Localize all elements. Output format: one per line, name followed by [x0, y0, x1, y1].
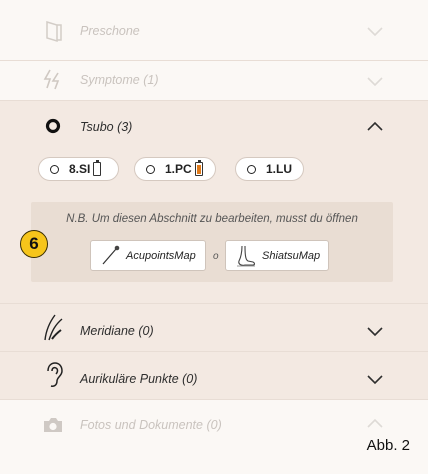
tsubo-header[interactable]: Tsubo (3)	[0, 101, 428, 151]
shiatsu-map-button[interactable]: ShiatsuMap	[225, 240, 329, 271]
ring-icon	[40, 113, 66, 139]
section-meridiane[interactable]: Meridiane (0)	[0, 304, 428, 351]
chevron-up-icon[interactable]	[366, 417, 384, 429]
point-dot-icon	[247, 165, 256, 174]
chevron-down-icon[interactable]	[366, 25, 384, 37]
battery-orange-icon	[194, 160, 203, 176]
section-label: Meridiane (0)	[80, 324, 154, 338]
lightning-icon	[40, 67, 66, 93]
chevron-down-icon[interactable]	[366, 325, 384, 337]
point-dot-icon	[50, 165, 59, 174]
section-aurikulaere-punkte[interactable]: Aurikuläre Punkte (0)	[0, 352, 428, 399]
figure-label: Abb. 2	[366, 437, 410, 454]
section-fotos-dokumente[interactable]: Fotos und Dokumente (0)	[0, 400, 428, 474]
acupoints-map-button[interactable]: AcupointsMap	[90, 240, 206, 271]
tsubo-point-chip[interactable]: 8.SI	[38, 157, 119, 181]
or-label: o	[213, 251, 219, 262]
point-label: 8.SI	[69, 162, 91, 176]
point-dot-icon	[146, 165, 155, 174]
shiatsu-map-label: ShiatsuMap	[262, 249, 321, 262]
section-label: Symptome (1)	[80, 73, 159, 87]
section-label: Preschone	[80, 24, 140, 38]
edit-note-box: N.B. Um diesen Abschnitt zu bearbeiten, …	[31, 202, 393, 282]
section-preschone[interactable]: Preschone	[0, 0, 428, 60]
chevron-down-icon[interactable]	[366, 75, 384, 87]
needle-icon	[102, 245, 120, 264]
section-label: Fotos und Dokumente (0)	[80, 418, 222, 432]
section-label: Tsubo (3)	[80, 120, 133, 134]
point-label: 1.PC	[165, 162, 192, 176]
edit-note-text: N.B. Um diesen Abschnitt zu bearbeiten, …	[66, 213, 358, 225]
chevron-down-icon[interactable]	[366, 373, 384, 385]
tsubo-point-chip[interactable]: 1.PC	[134, 157, 216, 181]
ear-icon	[40, 362, 66, 388]
door-icon	[40, 18, 66, 44]
foot-icon	[237, 245, 256, 266]
tsubo-point-chip[interactable]: 1.LU	[235, 157, 304, 181]
step-badge: 6	[20, 230, 48, 258]
point-label: 1.LU	[266, 162, 293, 176]
section-label: Aurikuläre Punkte (0)	[80, 372, 198, 386]
battery-empty-icon	[93, 160, 102, 176]
section-symptome[interactable]: Symptome (1)	[0, 61, 428, 100]
chevron-up-icon[interactable]	[366, 120, 384, 132]
camera-icon	[40, 412, 66, 438]
meridian-lines-icon	[40, 314, 66, 341]
acupoints-map-label: AcupointsMap	[126, 249, 196, 262]
